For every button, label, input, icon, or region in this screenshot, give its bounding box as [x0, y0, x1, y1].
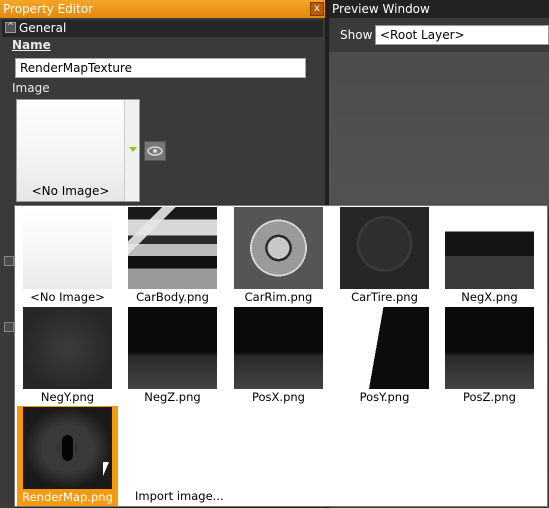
image-option-negy[interactable]: NegY.png — [17, 306, 118, 406]
image-option-label: NegY.png — [40, 390, 95, 404]
image-option-negx[interactable]: NegX.png — [439, 206, 540, 306]
section-general-header[interactable]: ^ General — [2, 20, 323, 37]
image-option-cartire[interactable]: CarTire.png — [334, 206, 435, 306]
image-option-label: PosZ.png — [463, 390, 516, 404]
blank-thumbnail — [23, 207, 112, 289]
image-option-label: <No Image> — [30, 290, 105, 304]
image-option-label: PosY.png — [359, 390, 410, 404]
image-option-label: CarTire.png — [351, 290, 418, 304]
image-option-label: CarBody.png — [136, 290, 209, 304]
show-label: Show — [340, 28, 373, 42]
posy-thumbnail — [340, 307, 429, 389]
import-image-link[interactable]: Import image... — [135, 489, 224, 503]
image-dropdown-button[interactable] — [124, 100, 139, 201]
collapse-toggle-icon[interactable] — [4, 256, 14, 266]
posx-thumbnail — [234, 307, 323, 389]
close-icon[interactable]: x — [310, 2, 324, 16]
image-option-label: PosX.png — [252, 390, 305, 404]
image-option-label: NegX.png — [461, 290, 518, 304]
collapse-toggle-icon[interactable] — [4, 322, 14, 332]
image-option-carrim[interactable]: CarRim.png — [228, 206, 329, 306]
mouse-cursor-icon — [103, 462, 109, 476]
image-option-label: RenderMap.png — [22, 490, 113, 504]
property-editor-title: Property Editor — [3, 2, 94, 16]
eye-icon — [147, 146, 163, 156]
image-option-negz[interactable]: NegZ.png — [122, 306, 223, 406]
name-field[interactable] — [15, 58, 306, 78]
image-label: Image — [12, 81, 50, 95]
image-current-value: <No Image> — [31, 184, 110, 198]
image-selector[interactable]: <No Image> — [16, 99, 140, 202]
image-option-posy[interactable]: PosY.png — [334, 306, 435, 406]
chevron-down-icon — [129, 147, 137, 152]
rendermap-thumbnail — [23, 407, 112, 489]
show-layer-select[interactable]: <Root Layer> — [375, 25, 549, 45]
negy-thumbnail — [23, 307, 112, 389]
image-option-rendermap[interactable]: RenderMap.png — [17, 406, 118, 506]
image-option-posx[interactable]: PosX.png — [228, 306, 329, 406]
eye-preview-button[interactable] — [144, 141, 166, 161]
carrim-thumbnail — [234, 207, 323, 289]
property-editor-title-bar[interactable]: Property Editor x — [0, 0, 325, 18]
image-option-label: NegZ.png — [144, 390, 201, 404]
preview-window-title: Preview Window — [329, 0, 549, 18]
carbody-thumbnail — [128, 207, 217, 289]
image-option-posz[interactable]: PosZ.png — [439, 306, 540, 406]
cartire-thumbnail — [340, 207, 429, 289]
name-label: Name — [12, 38, 51, 52]
rendermap-thumbnail-detail — [60, 433, 75, 463]
collapse-toggle-icon[interactable]: ^ — [5, 22, 16, 33]
image-picker-popup: <No Image> CarBody.png CarRim.png CarTir… — [14, 205, 548, 507]
image-preview[interactable]: <No Image> — [17, 100, 124, 201]
negz-thumbnail — [128, 307, 217, 389]
negx-thumbnail — [445, 207, 534, 289]
image-option-carbody[interactable]: CarBody.png — [122, 206, 223, 306]
preview-toolbar: Show <Root Layer> — [329, 18, 549, 52]
image-option-label: CarRim.png — [244, 290, 313, 304]
image-option-no-image[interactable]: <No Image> — [17, 206, 118, 306]
posz-thumbnail — [445, 307, 534, 389]
section-general-label: General — [19, 21, 67, 35]
